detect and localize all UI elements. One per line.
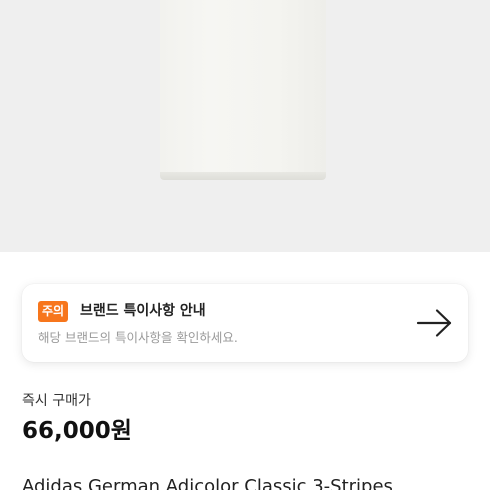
caution-badge: 주의 bbox=[38, 301, 69, 322]
notice-title: 브랜드 특이사항 안내 bbox=[80, 303, 206, 319]
product-page: 주의 브랜드 특이사항 안내 해당 브랜드의 특이사항을 확인하세요. 즉시 구… bbox=[0, 0, 490, 490]
brand-notice-card[interactable]: 주의 브랜드 특이사항 안내 해당 브랜드의 특이사항을 확인하세요. bbox=[22, 284, 468, 362]
product-name: Adidas German Adicolor Classic 3-Stripes bbox=[22, 476, 393, 490]
instant-buy-price-label: 즉시 구매가 bbox=[22, 393, 91, 409]
garment-photo bbox=[160, 0, 326, 176]
garment-hem bbox=[160, 172, 326, 180]
product-image[interactable] bbox=[0, 0, 490, 252]
arrow-right-icon[interactable] bbox=[416, 308, 454, 338]
notice-description: 해당 브랜드의 특이사항을 확인하세요. bbox=[38, 330, 238, 345]
instant-buy-price: 66,000원 bbox=[22, 418, 132, 444]
